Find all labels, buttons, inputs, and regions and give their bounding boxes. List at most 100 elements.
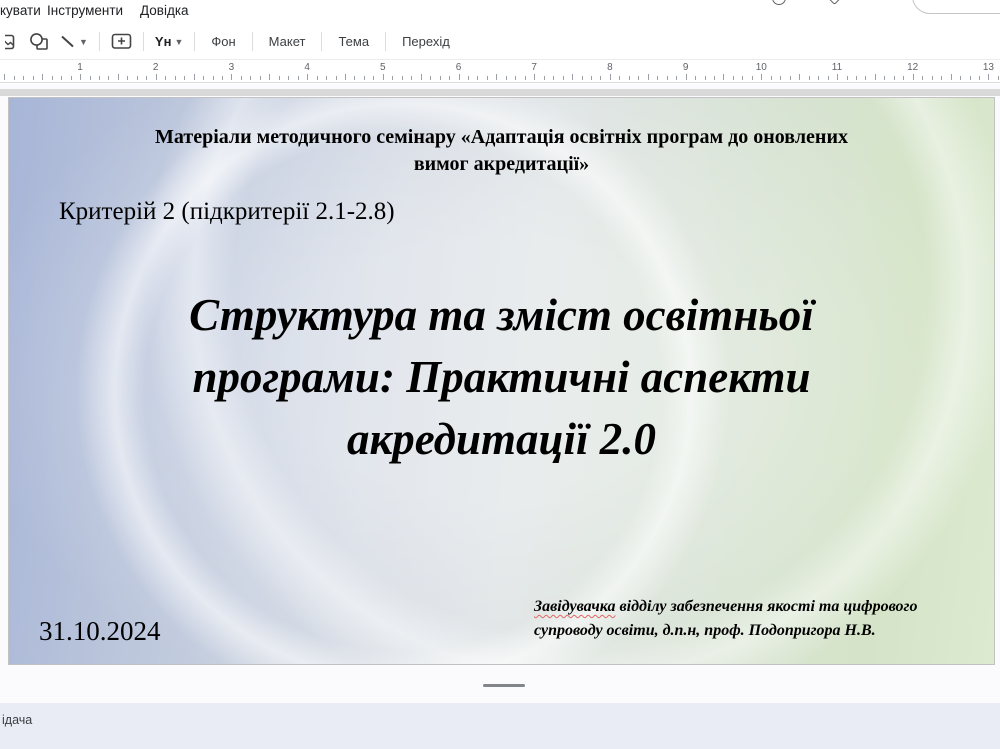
ruler-tick [610,74,611,80]
ruler-tick [260,76,261,80]
text-box-icon [111,33,132,50]
ruler-tick [241,76,242,80]
author-textbox[interactable]: Завідувачка відділу забезпечення якості … [534,595,986,643]
ruler-tick [799,74,800,80]
text-box-button[interactable] [106,29,137,55]
ruler-tick [477,76,478,80]
ruler-tick [582,76,583,80]
ruler-tick [515,76,516,80]
ruler-tick [742,76,743,80]
ruler-tick [33,76,34,80]
menu-item-tools[interactable]: Інструменти [47,3,123,18]
toolbar-divider [385,32,386,51]
transition-button[interactable]: Перехід [392,29,460,55]
image-icon [5,33,16,51]
ruler-tick [459,74,460,80]
menu-item-help[interactable]: Довідка [140,3,189,18]
ruler-tick [307,74,308,80]
slideshow-button-partial[interactable] [912,0,1000,14]
slide-header-textbox[interactable]: Матеріали методичного семінару «Адаптаці… [69,124,934,178]
insert-shape-icon[interactable] [23,29,54,55]
author-line-2: супроводу освіти, д.п.н, проф. Подоприго… [534,619,986,643]
comment-icon[interactable] [828,0,841,5]
ruler-tick [865,76,866,80]
ruler-tick [894,76,895,80]
workspace-top-strip [0,89,1000,96]
ruler-number: 4 [304,62,310,73]
ruler-tick [354,76,355,80]
ruler-tick [941,76,942,80]
ruler-tick [818,76,819,80]
notes-resize-handle[interactable] [483,684,525,687]
ruler-tick [345,74,346,80]
ruler-tick [42,74,43,80]
ruler-tick [213,76,214,80]
ruler-tick [288,76,289,80]
date-textbox[interactable]: 31.10.2024 [39,616,161,647]
ruler-tick [591,76,592,80]
ruler-tick [317,76,318,80]
toolbar-divider [143,32,144,51]
canvas-workspace: Матеріали методичного семінару «Адаптаці… [0,84,1000,703]
author-line-1: Завідувачка відділу забезпечення якості … [534,595,986,619]
ruler-tick [496,74,497,80]
speaker-notes-bar[interactable]: ідача [0,703,1000,749]
ruler-tick [733,76,734,80]
ruler-number: 3 [229,62,235,73]
ruler-tick [99,76,100,80]
menu-item-partial[interactable]: кувати [0,3,41,18]
ruler-number: 5 [380,62,386,73]
ruler-tick [402,76,403,80]
ruler-tick [970,76,971,80]
ruler-tick [336,76,337,80]
insert-image-icon[interactable] [0,29,23,55]
title-line-1: Структура та зміст освітньої [9,284,994,346]
ruler-tick [563,76,564,80]
ruler-tick [913,74,914,80]
history-icon[interactable] [772,0,786,5]
ruler-tick [714,76,715,80]
ruler-number: 9 [683,62,689,73]
font-tool-button[interactable]: Yн ▼ [150,29,188,55]
ruler-tick [449,76,450,80]
ruler-tick [23,76,24,80]
ruler-tick [146,76,147,80]
ruler-tick [553,76,554,80]
header-line-2: вимог акредитації» [69,151,934,178]
slide-canvas[interactable]: Матеріали методичного семінару «Адаптаці… [8,97,995,665]
ruler-tick [487,76,488,80]
font-tool-label: Yн [155,34,172,49]
google-slides-app: кувати Інструменти Довідка [0,0,1000,749]
ruler-tick [828,76,829,80]
ruler-tick [951,74,952,80]
ruler-tick [194,74,195,80]
theme-button[interactable]: Тема [328,29,379,55]
header-line-1: Матеріали методичного семінару «Адаптаці… [69,124,934,151]
ruler-tick [222,76,223,80]
toolbar-divider [321,32,322,51]
ruler-number: 6 [456,62,462,73]
slide-title-textbox[interactable]: Структура та зміст освітньої програми: П… [9,284,994,470]
ruler-tick [364,76,365,80]
ruler-tick [648,74,649,80]
ruler-tick [118,74,119,80]
ruler-tick [922,76,923,80]
ruler-tick [667,76,668,80]
horizontal-ruler[interactable]: 12345678910111213 [0,60,1000,83]
chevron-down-icon: ▼ [174,37,183,47]
ruler-tick [790,76,791,80]
ruler-tick [165,76,166,80]
ruler-tick [884,76,885,80]
ruler-tick [468,76,469,80]
insert-line-tool[interactable]: ▼ [54,29,93,55]
criterion-textbox[interactable]: Критерій 2 (підкритерії 2.1-2.8) [59,198,395,226]
ruler-tick [61,76,62,80]
ruler-number: 8 [607,62,613,73]
ruler-tick [80,74,81,80]
ruler-tick [572,74,573,80]
ruler-tick [90,76,91,80]
ruler-tick [903,76,904,80]
background-button[interactable]: Фон [201,29,245,55]
ruler-tick [761,74,762,80]
layout-button[interactable]: Макет [259,29,316,55]
